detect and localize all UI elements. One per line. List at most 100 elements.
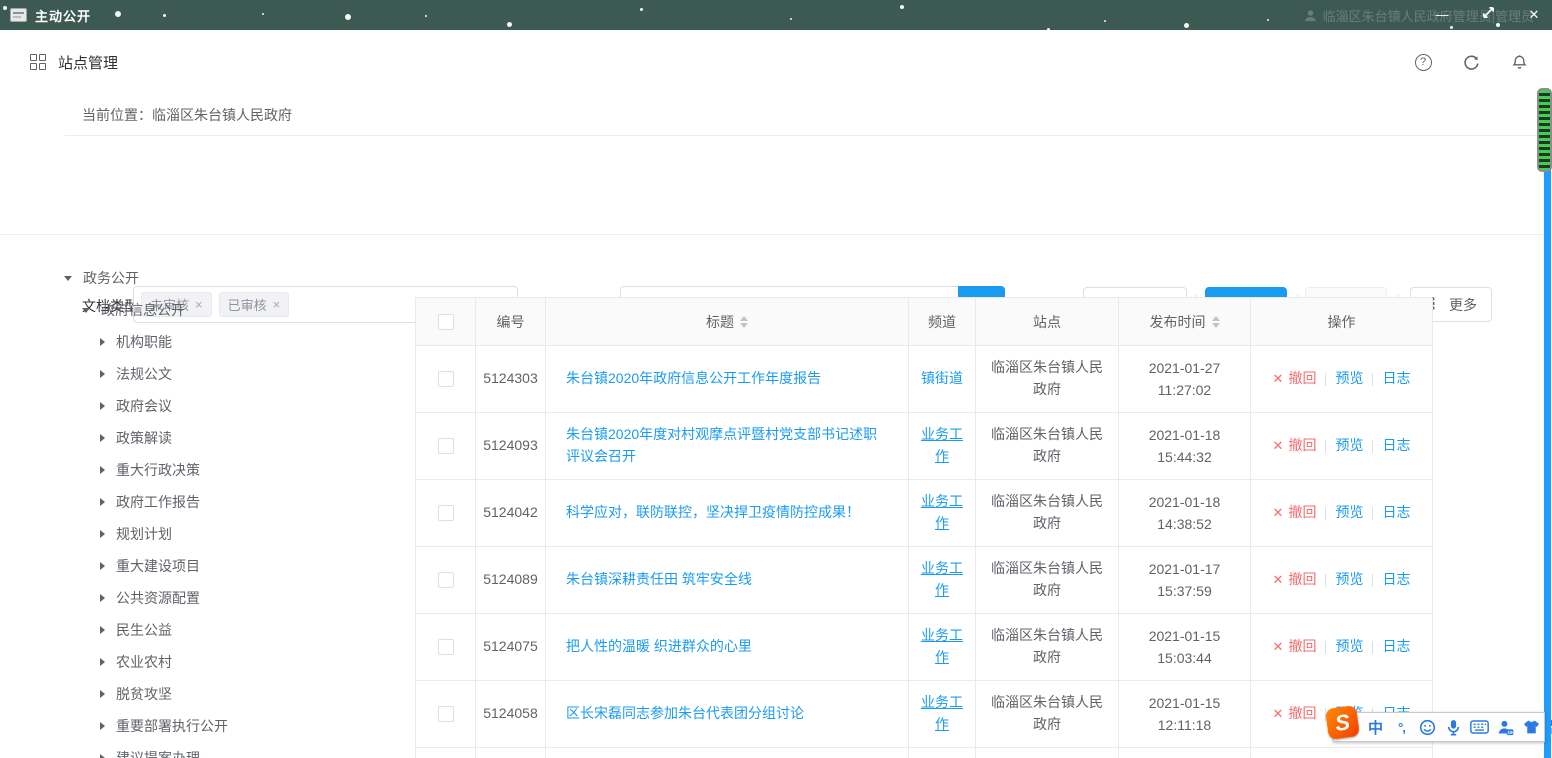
revoke-action[interactable]: ✕ 撤回	[1273, 368, 1317, 390]
window-titlebar: 主动公开 临淄区朱台镇人民政府管理员|管理员 — ✕	[0, 0, 1552, 30]
ime-keyboard-icon[interactable]	[1470, 716, 1489, 738]
preview-action[interactable]: 预览	[1335, 368, 1363, 390]
expand-arrow-icon[interactable]	[100, 530, 105, 538]
expand-arrow-icon[interactable]	[100, 594, 105, 602]
svg-text:19: 19	[1507, 729, 1513, 735]
expand-arrow-icon[interactable]	[100, 402, 105, 410]
doc-title-link[interactable]: 朱台镇深耕责任田 筑牢安全线	[566, 569, 752, 591]
revoke-action[interactable]: ✕ 撤回	[1273, 435, 1317, 457]
column-header-time[interactable]: 发布时间	[1119, 298, 1251, 346]
tree-item[interactable]: 机构职能	[62, 326, 407, 358]
close-button[interactable]: ✕	[1526, 0, 1542, 30]
revoke-action[interactable]: ✕ 撤回	[1273, 502, 1317, 524]
column-header-title[interactable]: 标题	[546, 298, 909, 346]
doc-channel-link[interactable]: 业务工作	[915, 625, 969, 668]
doc-title-link[interactable]: 朱台镇2020年政府信息公开工作年度报告	[566, 368, 821, 390]
row-checkbox[interactable]	[438, 371, 454, 387]
expand-arrow-icon[interactable]	[100, 690, 105, 698]
tree-item[interactable]: 公共资源配置	[62, 582, 407, 614]
expand-arrow-icon[interactable]	[100, 562, 105, 570]
row-checkbox[interactable]	[438, 706, 454, 722]
tree-item[interactable]: 脱贫攻坚	[62, 678, 407, 710]
revoke-action[interactable]: ✕ 撤回	[1273, 703, 1317, 725]
tree-item[interactable]: 重大行政决策	[62, 454, 407, 486]
ime-emoji-icon[interactable]	[1418, 716, 1437, 738]
doc-channel-link[interactable]: 业务工作	[915, 692, 969, 735]
revoke-action[interactable]: ✕ 撤回	[1273, 636, 1317, 658]
ime-toolbox-icon[interactable]	[1548, 716, 1552, 738]
tree-item[interactable]: 规划计划	[62, 518, 407, 550]
sort-icon[interactable]	[740, 316, 748, 328]
expand-arrow-icon[interactable]	[100, 466, 105, 474]
doc-title-link[interactable]: 区长宋磊同志参加朱台代表团分组讨论	[566, 703, 804, 725]
tree-item-label: 农业农村	[116, 652, 172, 672]
column-header-site: 站点	[976, 298, 1119, 346]
row-checkbox[interactable]	[438, 572, 454, 588]
log-action[interactable]: 日志	[1382, 569, 1410, 591]
ime-account-icon[interactable]: 19	[1496, 716, 1515, 738]
sort-icon[interactable]	[1212, 316, 1220, 328]
help-icon[interactable]: ?	[1414, 53, 1432, 71]
doc-channel-link[interactable]: 镇街道	[921, 368, 963, 390]
tree-item[interactable]: 建议提案办理	[62, 742, 407, 758]
tree-item[interactable]: 政府信息公开	[62, 294, 407, 326]
tree-item[interactable]: 重要部署执行公开	[62, 710, 407, 742]
preview-action[interactable]: 预览	[1335, 435, 1363, 457]
table-row: 5124075 把人性的温暖 织进群众的心里 业务工作 临淄区朱台镇人民政府 2…	[416, 614, 1433, 681]
tree-item[interactable]: 法规公文	[62, 358, 407, 390]
tree-item[interactable]: 重大建设项目	[62, 550, 407, 582]
doc-channel-link[interactable]: 业务工作	[915, 424, 969, 467]
log-action[interactable]: 日志	[1382, 435, 1410, 457]
ime-voice-icon[interactable]	[1444, 716, 1463, 738]
log-action[interactable]: 日志	[1382, 368, 1410, 390]
tree-item[interactable]: 政府工作报告	[62, 486, 407, 518]
ime-skin-icon[interactable]	[1522, 716, 1541, 738]
refresh-icon[interactable]	[1462, 53, 1480, 71]
window-title: 主动公开	[35, 6, 91, 25]
doc-site: 临淄区朱台镇人民政府	[976, 681, 1119, 748]
ime-chinese-mode-icon[interactable]: 中	[1366, 716, 1385, 738]
doc-title-link[interactable]: 科学应对，联防联控，坚决捍卫疫情防控成果！	[566, 502, 860, 524]
row-checkbox[interactable]	[438, 505, 454, 521]
doc-channel-link[interactable]: 业务工作	[915, 491, 969, 534]
breadcrumb-text: 当前位置：临淄区朱台镇人民政府	[65, 105, 292, 125]
row-checkbox[interactable]	[438, 438, 454, 454]
preview-action[interactable]: 预览	[1335, 569, 1363, 591]
log-action[interactable]: 日志	[1382, 636, 1410, 658]
expand-arrow-icon[interactable]	[100, 626, 105, 634]
revoke-x-icon: ✕	[1273, 369, 1284, 389]
tree-item[interactable]: 政府会议	[62, 390, 407, 422]
select-all-checkbox[interactable]	[438, 314, 454, 330]
tree-item[interactable]: 政策解读	[62, 422, 407, 454]
doc-channel-link[interactable]: 业务工作	[915, 558, 969, 601]
doc-title-link[interactable]: 把人性的温暖 织进群众的心里	[566, 636, 752, 658]
doc-title-link[interactable]: 朱台镇2020年度对村观摩点评暨村党支部书记述职评议会召开	[566, 424, 888, 467]
breadcrumb: 当前位置：临淄区朱台镇人民政府	[65, 94, 1538, 136]
notifications-bell-icon[interactable]	[1510, 53, 1528, 71]
filter-toolbar: 文档类型: 未审核 × 已审核 × 关键字: 回收站	[0, 136, 1552, 202]
expand-arrow-icon[interactable]	[100, 498, 105, 506]
tree-item[interactable]: 民生公益	[62, 614, 407, 646]
expand-arrow-icon[interactable]	[100, 722, 105, 730]
expand-arrow-icon[interactable]	[100, 370, 105, 378]
expand-arrow-icon[interactable]	[100, 338, 105, 346]
action-divider	[1372, 373, 1373, 386]
collapse-arrow-icon[interactable]	[82, 308, 90, 313]
sogou-logo-icon[interactable]: S	[1325, 705, 1360, 740]
tree-item[interactable]: 政务公开	[62, 262, 407, 294]
minimize-button[interactable]: —	[1434, 0, 1450, 30]
ime-punctuation-icon[interactable]: °,	[1392, 716, 1411, 738]
revoke-action[interactable]: ✕ 撤回	[1273, 569, 1317, 591]
collapse-arrow-icon[interactable]	[64, 276, 72, 281]
preview-action[interactable]: 预览	[1335, 502, 1363, 524]
expand-arrow-icon[interactable]	[100, 658, 105, 666]
maximize-button[interactable]	[1480, 0, 1496, 30]
expand-arrow-icon[interactable]	[100, 754, 105, 758]
expand-arrow-icon[interactable]	[100, 434, 105, 442]
tree-item-label: 民生公益	[116, 620, 172, 640]
log-action[interactable]: 日志	[1382, 502, 1410, 524]
row-checkbox[interactable]	[438, 639, 454, 655]
vertical-scrollbar[interactable]	[1544, 90, 1551, 758]
preview-action[interactable]: 预览	[1335, 636, 1363, 658]
tree-item[interactable]: 农业农村	[62, 646, 407, 678]
